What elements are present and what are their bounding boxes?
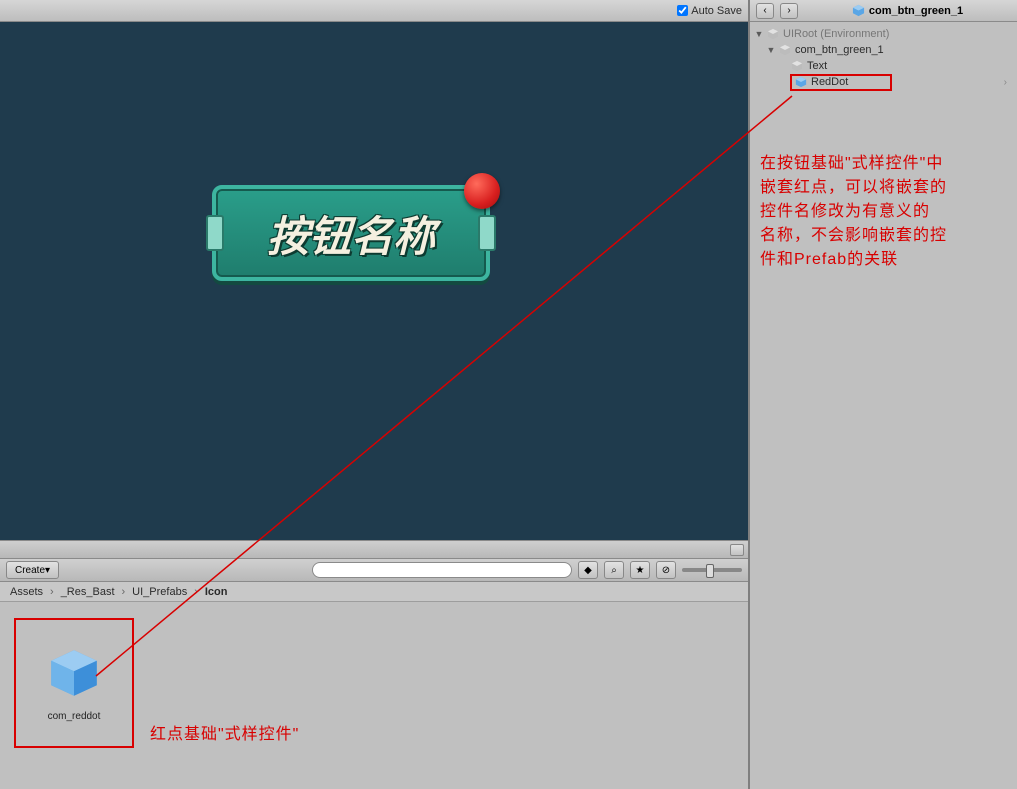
breadcrumb: Assets› _Res_Bast› UI_Prefabs› Icon: [0, 582, 748, 602]
expand-icon[interactable]: ▼: [766, 45, 776, 55]
auto-save-checkbox[interactable]: [677, 5, 688, 16]
row-label: RedDot: [809, 76, 850, 88]
row-label: UIRoot (Environment): [781, 28, 891, 40]
crumb-prefabs[interactable]: UI_Prefabs: [130, 586, 189, 598]
gameobject-icon: [778, 44, 791, 57]
gameobject-icon: [790, 60, 803, 73]
gameobject-icon: [766, 28, 779, 41]
hierarchy-row-text[interactable]: Text: [754, 58, 1013, 74]
nav-back-button[interactable]: ‹: [756, 3, 774, 19]
scene-footer-button[interactable]: [730, 544, 744, 556]
scene-footer-bar: [0, 540, 748, 558]
prefab-cube-icon: [46, 645, 102, 701]
filter-scene-icon[interactable]: ◆: [578, 561, 598, 579]
button-preview[interactable]: 按钮名称: [212, 185, 490, 281]
prefab-icon: [852, 4, 865, 17]
red-dot-icon: [464, 173, 500, 209]
crumb-res[interactable]: _Res_Bast: [59, 586, 117, 598]
row-label: Text: [805, 60, 829, 72]
favorite-icon[interactable]: ★: [630, 561, 650, 579]
prefab-header-label: com_btn_green_1: [869, 5, 963, 17]
hierarchy-row-btn[interactable]: ▼ com_btn_green_1: [754, 42, 1013, 58]
annotation-bottom: 红点基础"式样控件": [150, 720, 299, 744]
scene-toolbar: Auto Save: [0, 0, 748, 22]
crumb-assets[interactable]: Assets: [8, 586, 45, 598]
chevron-right-icon[interactable]: ›: [1004, 77, 1007, 88]
filter-type-icon[interactable]: ⌕: [604, 561, 624, 579]
project-search-input[interactable]: [312, 562, 572, 578]
hierarchy-toolbar: ‹ › com_btn_green_1: [750, 0, 1017, 22]
hidden-icon[interactable]: ⊘: [656, 561, 676, 579]
hierarchy-panel[interactable]: ▼ UIRoot (Environment) ▼ com_btn_green_1…: [750, 22, 1017, 94]
row-label: com_btn_green_1: [793, 44, 886, 56]
expand-icon[interactable]: ▼: [754, 29, 764, 39]
button-label: 按钮名称: [212, 185, 490, 281]
auto-save-label: Auto Save: [691, 5, 742, 17]
auto-save-toggle[interactable]: Auto Save: [677, 5, 742, 17]
asset-label: com_reddot: [48, 711, 101, 722]
thumbnail-size-slider[interactable]: [682, 568, 742, 572]
create-button[interactable]: Create ▾: [6, 561, 59, 579]
crumb-icon[interactable]: Icon: [203, 586, 230, 598]
project-area[interactable]: com_reddot 红点基础"式样控件": [0, 602, 748, 789]
scene-view[interactable]: 按钮名称: [0, 22, 748, 540]
project-toolbar: Create ▾ ◆ ⌕ ★ ⊘: [0, 558, 748, 582]
prefab-header: com_btn_green_1: [852, 4, 963, 17]
prefab-icon: [794, 76, 807, 89]
nav-forward-button[interactable]: ›: [780, 3, 798, 19]
hierarchy-row-reddot[interactable]: RedDot ›: [754, 74, 1013, 90]
annotation-right: 在按钮基础"式样控件"中 嵌套红点，可以将嵌套的 控件名修改为有意义的 名称，不…: [760, 152, 1005, 272]
hierarchy-row-root[interactable]: ▼ UIRoot (Environment): [754, 26, 1013, 42]
asset-item-reddot[interactable]: com_reddot: [14, 618, 134, 748]
